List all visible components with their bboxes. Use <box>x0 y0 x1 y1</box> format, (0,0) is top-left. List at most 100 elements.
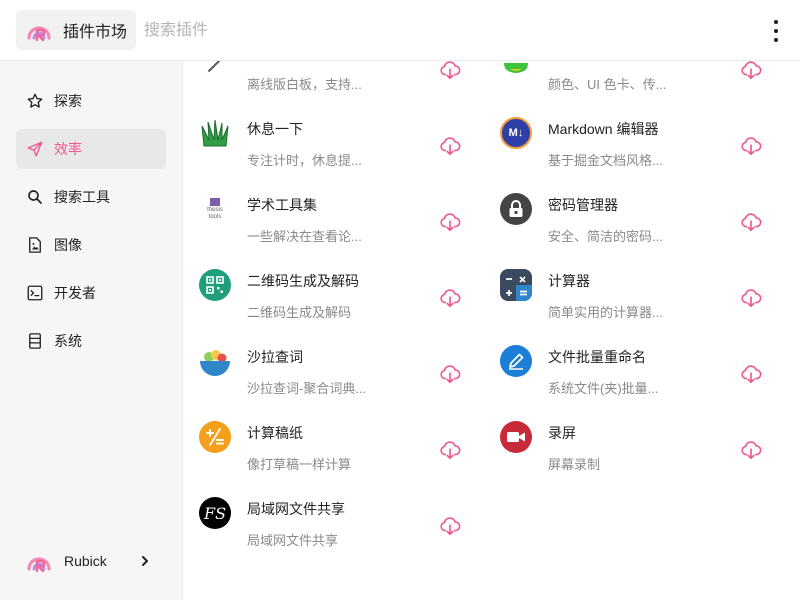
cloud-download-icon[interactable] <box>740 61 762 81</box>
sidebar-item-label: 效率 <box>54 141 82 157</box>
plugin-card-qrcode[interactable]: 二维码生成及解码 二维码生成及解码 <box>183 257 463 333</box>
rubick-logo-icon <box>27 26 51 42</box>
plugin-name: 计算稿纸 <box>247 425 303 441</box>
pencil-icon <box>500 345 532 377</box>
sidebar-item-efficiency[interactable]: 效率 <box>16 129 166 169</box>
plugin-desc: 专注计时，休息提... <box>247 153 362 168</box>
plugin-card-password-manager[interactable]: 密码管理器 安全、简洁的密码... <box>484 181 764 257</box>
sidebar-item-explore[interactable]: 探索 <box>16 81 166 121</box>
plugin-card-calculator[interactable]: 计算器 简单实用的计算器... <box>484 257 764 333</box>
plugin-desc: 简单实用的计算器... <box>548 305 663 320</box>
rubick-logo-icon <box>27 557 51 573</box>
plugin-card-whiteboard[interactable]: 离线版白板，支持... <box>183 61 463 105</box>
math-symbols-icon <box>199 421 231 453</box>
plugin-desc: 像打草稿一样计算 <box>247 457 352 472</box>
menu-dot <box>774 38 778 42</box>
sidebar-item-developer[interactable]: 开发者 <box>16 273 166 313</box>
menu-dot <box>774 20 778 24</box>
plugin-card-markdown[interactable]: M↓ Markdown 编辑器 基于掘金文档风格... <box>484 105 764 181</box>
sidebar-item-search-tools[interactable]: 搜索工具 <box>16 177 166 217</box>
thesis-logo-text: thesis <box>207 206 223 213</box>
plugin-card-rest[interactable]: 休息一下 专注计时，休息提... <box>183 105 463 181</box>
page-title: 插件市场 <box>63 24 128 41</box>
cloud-download-icon[interactable] <box>439 287 461 309</box>
sidebar: 探索 效率 搜索工具 图像 开发者 系统 Rubick <box>0 61 183 600</box>
calculator-icon <box>500 269 532 301</box>
color-wheel-icon <box>500 61 532 73</box>
search-input[interactable] <box>144 20 544 42</box>
plugin-name: 局域网文件共享 <box>247 501 345 517</box>
plugin-name: 沙拉查词 <box>247 349 303 365</box>
plugin-desc: 二维码生成及解码 <box>247 305 352 320</box>
cloud-download-icon[interactable] <box>740 287 762 309</box>
plugin-card-calc-paper[interactable]: 计算稿纸 像打草稿一样计算 <box>183 409 463 485</box>
markdown-icon: M↓ <box>500 117 532 149</box>
sidebar-item-label: 探索 <box>54 93 82 109</box>
fs-logo-icon: FS <box>199 497 231 529</box>
header: 插件市场 <box>0 0 800 61</box>
plugin-name: Markdown 编辑器 <box>548 121 659 137</box>
plugin-desc: 屏幕录制 <box>548 457 601 472</box>
grass-icon <box>199 117 231 149</box>
plugin-card-academic-tools[interactable]: thesis tools 学术工具集 一些解决在查看论... <box>183 181 463 257</box>
search-icon <box>25 187 45 207</box>
user-profile[interactable]: Rubick <box>16 541 166 581</box>
thesis-logo-mark <box>210 197 220 206</box>
plugin-name: 录屏 <box>548 425 576 441</box>
cloud-download-icon[interactable] <box>740 363 762 385</box>
sidebar-item-image[interactable]: 图像 <box>16 225 166 265</box>
terminal-icon <box>25 283 45 303</box>
cloud-download-icon[interactable] <box>740 135 762 157</box>
plugin-card-salad-dict[interactable]: 沙拉查词 沙拉查词-聚合词典... <box>183 333 463 409</box>
plugin-card-lan-share[interactable]: FS 局域网文件共享 局域网文件共享 <box>183 485 463 561</box>
plugin-name: 学术工具集 <box>247 197 317 213</box>
plugin-list: 离线版白板，支持... 休息一下 专注计时，休息提... thesis tool… <box>183 61 800 600</box>
plugin-card-screen-record[interactable]: 录屏 屏幕录制 <box>484 409 764 485</box>
sidebar-item-label: 开发者 <box>54 285 96 301</box>
plugin-desc: 系统文件(夹)批量... <box>548 381 659 396</box>
cloud-download-icon[interactable] <box>439 515 461 537</box>
plugin-card-batch-rename[interactable]: 文件批量重命名 系统文件(夹)批量... <box>484 333 764 409</box>
cloud-download-icon[interactable] <box>439 439 461 461</box>
sidebar-item-system[interactable]: 系统 <box>16 321 166 361</box>
plugin-desc: 颜色、UI 色卡、传... <box>548 77 667 92</box>
thesis-tools-icon: thesis tools <box>199 193 231 225</box>
cloud-download-icon[interactable] <box>439 363 461 385</box>
sidebar-item-label: 系统 <box>54 333 82 349</box>
plugin-name: 文件批量重命名 <box>548 349 646 365</box>
plugin-market-brand[interactable]: 插件市场 <box>16 10 136 50</box>
cloud-download-icon[interactable] <box>439 61 461 81</box>
thesis-logo-text: tools <box>208 213 222 220</box>
plugin-card-color[interactable]: 颜色、UI 色卡、传... <box>484 61 764 105</box>
image-file-icon <box>25 235 45 255</box>
whiteboard-icon <box>199 61 231 73</box>
plugin-name: 计算器 <box>548 273 590 289</box>
plugin-desc: 基于掘金文档风格... <box>548 153 663 168</box>
markdown-logo-text: M↓ <box>508 127 524 139</box>
qrcode-icon <box>199 269 231 301</box>
fs-logo-text: FS <box>203 503 227 523</box>
sidebar-item-label: 搜索工具 <box>54 189 110 205</box>
cloud-download-icon[interactable] <box>439 211 461 233</box>
cloud-download-icon[interactable] <box>439 135 461 157</box>
plugin-name: 休息一下 <box>247 121 303 137</box>
plugin-desc: 局域网文件共享 <box>247 533 339 548</box>
send-icon <box>25 139 45 159</box>
list-icon <box>25 331 45 351</box>
user-name: Rubick <box>64 553 107 569</box>
plugin-desc: 沙拉查词-聚合词典... <box>247 381 367 396</box>
more-vertical-icon[interactable] <box>766 18 786 44</box>
plugin-desc: 一些解决在查看论... <box>247 229 362 244</box>
plugin-name: 二维码生成及解码 <box>247 273 359 289</box>
lock-icon <box>500 193 532 225</box>
plugin-desc: 安全、简洁的密码... <box>548 229 663 244</box>
video-camera-icon <box>500 421 532 453</box>
plugin-desc: 离线版白板，支持... <box>247 77 362 92</box>
cloud-download-icon[interactable] <box>740 439 762 461</box>
cloud-download-icon[interactable] <box>740 211 762 233</box>
salad-bowl-icon <box>199 345 231 377</box>
plugin-name: 密码管理器 <box>548 197 618 213</box>
chevron-right-icon <box>142 556 148 566</box>
menu-dot <box>774 29 778 33</box>
sidebar-item-label: 图像 <box>54 237 82 253</box>
